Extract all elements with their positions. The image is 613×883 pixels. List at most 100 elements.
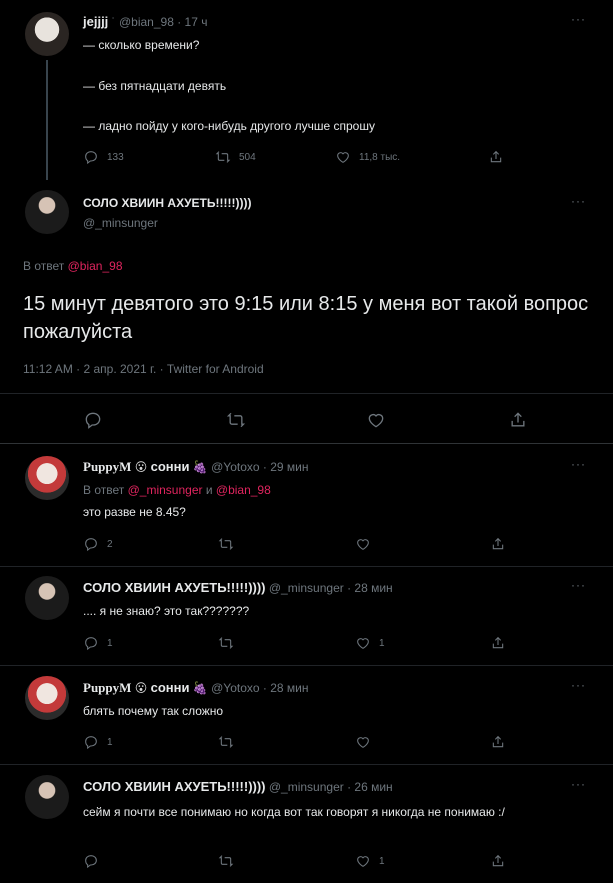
- display-name[interactable]: СОЛО ХВИИН АХУЕТЬ!!!!!)))): [83, 580, 266, 595]
- handle[interactable]: @_minsunger: [269, 780, 344, 794]
- retweet-button[interactable]: [226, 410, 246, 430]
- tweet-text: блять почему так сложно: [83, 704, 224, 718]
- handle[interactable]: @bian_98: [119, 15, 174, 29]
- tweet-meta[interactable]: 11:12 AM · 2 апр. 2021 г. · Twitter for …: [23, 362, 264, 376]
- reply-mention[interactable]: @_minsunger: [128, 483, 203, 497]
- share-icon: [490, 536, 506, 552]
- retweet-icon: [218, 536, 234, 552]
- retweet-icon: [226, 410, 246, 430]
- thread-line: [46, 60, 48, 180]
- retweet-count: 504: [239, 151, 256, 163]
- retweet-icon: [215, 149, 231, 165]
- like-button[interactable]: [355, 734, 371, 750]
- like-button[interactable]: [366, 410, 386, 430]
- like-button[interactable]: 11,8 тыс.: [335, 149, 400, 165]
- share-button[interactable]: [490, 635, 506, 651]
- like-count: 1: [379, 855, 385, 867]
- face-emoji-icon: 😮: [134, 460, 148, 474]
- tweet-text: .... я не знаю? это так???????: [83, 604, 250, 618]
- display-name-suffix[interactable]: сонни: [151, 459, 190, 474]
- reply-icon: [83, 734, 99, 750]
- share-button[interactable]: [488, 149, 504, 165]
- like-button[interactable]: 1: [355, 635, 385, 651]
- reply-icon: [83, 853, 99, 869]
- share-button[interactable]: [490, 734, 506, 750]
- timestamp[interactable]: · 29 мин: [263, 460, 309, 474]
- display-name[interactable]: PuppyM: [83, 680, 131, 695]
- display-name[interactable]: СОЛО ХВИИН АХУЕТЬ!!!!!)))): [83, 196, 251, 210]
- more-icon[interactable]: ···: [571, 194, 586, 208]
- like-icon: [335, 149, 351, 165]
- reply-icon: [83, 149, 99, 165]
- timestamp[interactable]: · 17 ч: [177, 15, 207, 29]
- reply-mention[interactable]: @bian_98: [68, 259, 123, 273]
- like-icon: [366, 410, 386, 430]
- handle[interactable]: @Yotoxo: [211, 460, 259, 474]
- display-name-suffix[interactable]: сонни: [151, 680, 190, 695]
- divider: [0, 665, 613, 666]
- display-name[interactable]: СОЛО ХВИИН АХУЕТЬ!!!!!)))): [83, 779, 266, 794]
- display-name[interactable]: jejjjj: [83, 14, 108, 29]
- reply-mention[interactable]: @bian_98: [216, 483, 271, 497]
- display-name[interactable]: PuppyM: [83, 459, 131, 474]
- timestamp[interactable]: · 26 мин: [347, 780, 393, 794]
- reply-prefix: В ответ: [23, 259, 65, 273]
- reply-context: В ответ @_minsunger и @bian_98: [83, 483, 271, 497]
- handle[interactable]: @_minsunger: [83, 216, 158, 230]
- reply-button[interactable]: 1: [83, 635, 113, 651]
- reply-button[interactable]: 133: [83, 149, 124, 165]
- grapes-emoji-icon: 🍇: [192, 681, 208, 695]
- more-icon[interactable]: ···: [571, 578, 586, 592]
- divider: [0, 566, 613, 567]
- retweet-button[interactable]: [218, 853, 234, 869]
- reply-icon: [83, 536, 99, 552]
- share-button[interactable]: [490, 853, 506, 869]
- divider: [0, 443, 613, 444]
- avatar[interactable]: [25, 12, 69, 56]
- share-icon: [490, 853, 506, 869]
- tweet-text: сейм я почти все понимаю но когда вот та…: [83, 805, 505, 819]
- tweet-line: — сколько времени?: [83, 38, 200, 52]
- reply-button[interactable]: 1: [83, 734, 113, 750]
- more-icon[interactable]: ···: [571, 777, 586, 791]
- like-button[interactable]: [355, 536, 371, 552]
- like-button[interactable]: 1: [355, 853, 385, 869]
- handle[interactable]: @_minsunger: [269, 581, 344, 595]
- retweet-icon: [218, 734, 234, 750]
- reply-count: 2: [107, 538, 113, 550]
- share-button[interactable]: [490, 536, 506, 552]
- retweet-button[interactable]: [218, 734, 234, 750]
- reply-button[interactable]: [83, 853, 99, 869]
- tweet-text: это разве не 8.45?: [83, 505, 186, 519]
- retweet-button[interactable]: 504: [215, 149, 256, 165]
- avatar[interactable]: [25, 576, 69, 620]
- like-icon: [355, 635, 371, 651]
- avatar[interactable]: [25, 456, 69, 500]
- tweet-line: — ладно пойду у кого-нибудь другого лучш…: [83, 119, 375, 133]
- like-count: 11,8 тыс.: [359, 151, 401, 163]
- retweet-button[interactable]: [218, 536, 234, 552]
- tweet-header: СОЛО ХВИИН АХУЕТЬ!!!!!)))) @_minsunger ·…: [83, 779, 393, 794]
- retweet-button[interactable]: [218, 635, 234, 651]
- handle[interactable]: @Yotoxo: [211, 681, 259, 695]
- tweet-header: PuppyM 😮 сонни 🍇 @Yotoxo · 28 мин: [83, 680, 309, 696]
- more-icon[interactable]: ···: [571, 678, 586, 692]
- more-icon[interactable]: ···: [571, 457, 586, 471]
- avatar[interactable]: [25, 775, 69, 819]
- reply-button[interactable]: 2: [83, 536, 113, 552]
- timestamp[interactable]: · 28 мин: [347, 581, 393, 595]
- share-icon: [488, 149, 504, 165]
- avatar[interactable]: [25, 676, 69, 720]
- reply-button[interactable]: [83, 410, 103, 430]
- more-icon[interactable]: ···: [571, 12, 586, 26]
- reply-count: 1: [107, 736, 113, 748]
- like-icon: [355, 853, 371, 869]
- tweet-text: 15 минут девятого это 9:15 или 8:15 у ме…: [23, 293, 589, 343]
- avatar[interactable]: [25, 190, 69, 234]
- reply-count: 133: [107, 151, 124, 163]
- share-button[interactable]: [508, 410, 528, 430]
- share-icon: [490, 734, 506, 750]
- share-icon: [508, 410, 528, 430]
- timestamp[interactable]: · 28 мин: [263, 681, 309, 695]
- tweet-header: jejjjj ˙ @bian_98 · 17 ч: [83, 14, 207, 29]
